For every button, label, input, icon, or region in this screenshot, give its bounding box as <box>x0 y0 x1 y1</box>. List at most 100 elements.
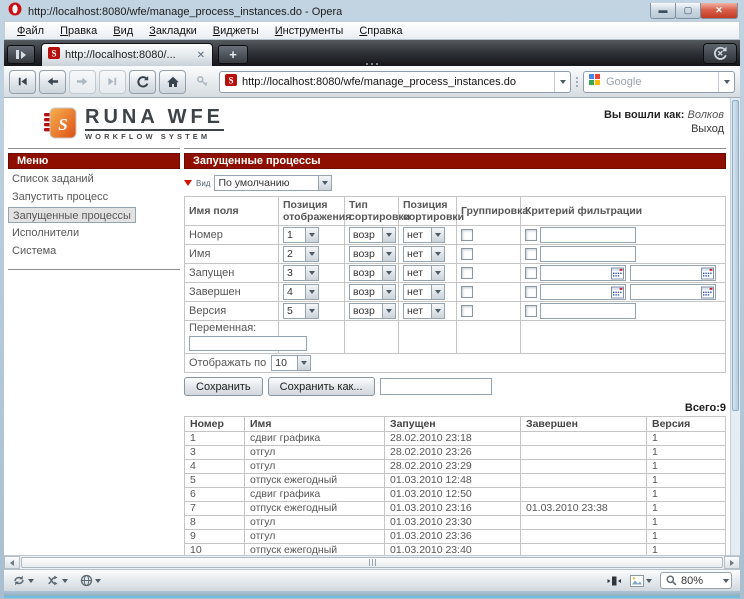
grouping-checkbox[interactable] <box>461 267 473 279</box>
new-tab-button[interactable]: + <box>218 45 248 64</box>
logout-link[interactable]: Выход <box>604 122 724 136</box>
closed-tabs-button[interactable] <box>703 43 737 64</box>
date-input[interactable] <box>540 265 626 281</box>
sidebar-item[interactable]: Система <box>8 243 180 259</box>
sidebar-item[interactable]: Запущенные процессы <box>8 207 136 223</box>
fast-forward-button[interactable] <box>99 70 126 94</box>
grouping-checkbox[interactable] <box>461 248 473 260</box>
date-field[interactable] <box>541 267 611 279</box>
search-field[interactable]: Google <box>583 71 735 93</box>
date-field[interactable] <box>631 267 701 279</box>
sort-type-select[interactable]: возр <box>349 284 396 300</box>
display-position-select[interactable]: 2 <box>283 246 319 262</box>
date-input[interactable] <box>630 284 716 300</box>
sort-position-select[interactable]: нет <box>403 303 445 319</box>
tab-close-icon[interactable]: ✕ <box>196 50 206 61</box>
address-bar[interactable]: S http://localhost:8080/wfe/manage_proce… <box>219 71 571 93</box>
forward-button[interactable] <box>69 70 96 94</box>
calendar-icon[interactable] <box>701 286 714 299</box>
dropdown-button[interactable] <box>431 285 444 299</box>
menubar-item[interactable]: Виджеты <box>205 23 267 39</box>
password-manager-button[interactable] <box>189 70 216 94</box>
sort-type-select[interactable]: возр <box>349 246 396 262</box>
sort-type-select[interactable]: возр <box>349 265 396 281</box>
view-select[interactable]: По умолчанию <box>214 175 332 191</box>
dropdown-button[interactable] <box>382 266 395 280</box>
dropdown-button[interactable] <box>431 266 444 280</box>
date-field[interactable] <box>541 286 611 298</box>
sort-position-select[interactable]: нет <box>403 265 445 281</box>
fit-to-width-button[interactable] <box>606 575 622 587</box>
display-position-select[interactable]: 5 <box>283 303 319 319</box>
sort-position-select[interactable]: нет <box>403 246 445 262</box>
filter-input[interactable] <box>540 246 636 262</box>
search-placeholder[interactable]: Google <box>606 76 713 88</box>
address-dropdown-button[interactable] <box>554 72 570 92</box>
dropdown-button[interactable] <box>431 304 444 318</box>
display-position-select[interactable]: 1 <box>283 227 319 243</box>
vertical-scrollbar-thumb[interactable] <box>732 100 739 411</box>
dropdown-button[interactable] <box>382 285 395 299</box>
sidebar-item[interactable]: Запустить процесс <box>8 189 180 205</box>
zoom-control[interactable]: 80% <box>660 572 732 589</box>
opera-link-button[interactable] <box>12 574 34 587</box>
dropdown-button[interactable] <box>431 228 444 242</box>
menubar-item[interactable]: Инструменты <box>267 23 352 39</box>
vertical-scrollbar[interactable] <box>730 98 740 555</box>
dropdown-button[interactable] <box>305 304 318 318</box>
toolbar-drag-handle[interactable] <box>366 63 378 65</box>
close-button[interactable]: ✕ <box>700 3 738 19</box>
date-field[interactable] <box>631 286 701 298</box>
dropdown-button[interactable] <box>382 228 395 242</box>
menubar-item[interactable]: Вид <box>105 23 141 39</box>
sidebar-item[interactable]: Исполнители <box>8 225 180 241</box>
browser-tab[interactable]: S http://localhost:8080/... ✕ <box>41 43 213 66</box>
menubar-item[interactable]: Справка <box>351 23 410 39</box>
filter-checkbox[interactable] <box>525 229 537 241</box>
dropdown-button[interactable] <box>305 228 318 242</box>
filter-checkbox[interactable] <box>525 267 537 279</box>
save-button[interactable]: Сохранить <box>184 377 263 396</box>
opera-unite-button[interactable] <box>46 574 68 587</box>
display-position-select[interactable]: 3 <box>283 265 319 281</box>
dropdown-button[interactable] <box>297 356 310 370</box>
dropdown-button[interactable] <box>305 285 318 299</box>
dropdown-button[interactable] <box>382 247 395 261</box>
minimize-button[interactable]: ▬ <box>650 3 676 19</box>
view-select-button[interactable] <box>318 176 331 190</box>
calendar-icon[interactable] <box>611 267 624 280</box>
calendar-icon[interactable] <box>611 286 624 299</box>
filter-checkbox[interactable] <box>525 248 537 260</box>
page-size-select[interactable]: 10 <box>271 355 311 371</box>
scroll-left-button[interactable] <box>4 556 20 569</box>
images-toggle-button[interactable] <box>630 575 652 587</box>
collapse-triangle-icon[interactable] <box>184 180 192 186</box>
back-button[interactable] <box>39 70 66 94</box>
reload-button[interactable] <box>129 70 156 94</box>
sort-type-select[interactable]: возр <box>349 303 396 319</box>
menubar-item[interactable]: Правка <box>52 23 105 39</box>
save-as-name-input[interactable] <box>380 378 492 395</box>
filter-input[interactable] <box>540 227 636 243</box>
field-resize-handle[interactable] <box>574 77 580 87</box>
opera-turbo-button[interactable] <box>80 574 101 587</box>
sidebar-item[interactable]: Список заданий <box>8 171 180 187</box>
sort-position-select[interactable]: нет <box>403 227 445 243</box>
horizontal-scrollbar[interactable] <box>4 555 740 569</box>
sort-position-select[interactable]: нет <box>403 284 445 300</box>
grouping-checkbox[interactable] <box>461 229 473 241</box>
horizontal-scrollbar-thumb[interactable] <box>21 557 723 568</box>
filter-input[interactable] <box>540 303 636 319</box>
menubar-item[interactable]: Закладки <box>141 23 205 39</box>
dropdown-button[interactable] <box>305 266 318 280</box>
filter-checkbox[interactable] <box>525 286 537 298</box>
grouping-checkbox[interactable] <box>461 286 473 298</box>
dropdown-button[interactable] <box>305 247 318 261</box>
date-input[interactable] <box>540 284 626 300</box>
save-as-button[interactable]: Сохранить как... <box>268 377 375 396</box>
calendar-icon[interactable] <box>701 267 714 280</box>
panels-toggle-button[interactable] <box>7 45 35 64</box>
grouping-checkbox[interactable] <box>461 305 473 317</box>
sort-type-select[interactable]: возр <box>349 227 396 243</box>
home-button[interactable] <box>159 70 186 94</box>
